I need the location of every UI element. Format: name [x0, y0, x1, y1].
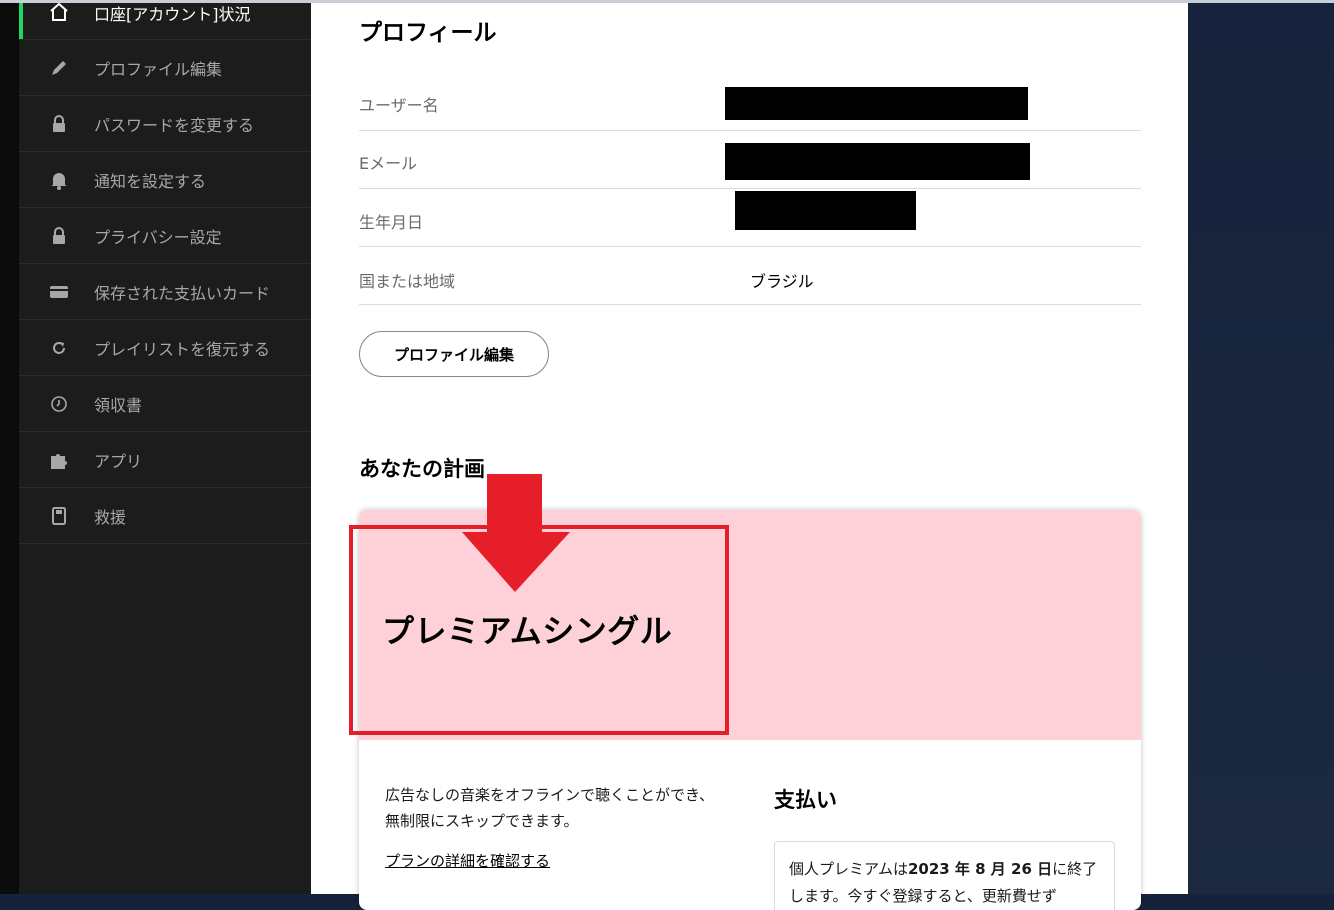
page-background-right [1188, 3, 1334, 894]
username-label: ユーザー名 [359, 96, 439, 115]
email-label: Eメール [359, 154, 418, 173]
sidebar-item-label: 口座[アカウント]状況 [94, 5, 251, 24]
sidebar-item-notifications[interactable]: 通知を設定する [19, 152, 311, 208]
card-icon [48, 281, 70, 303]
sidebar-item-help[interactable]: 救援 [19, 488, 311, 544]
sidebar-item-apps[interactable]: アプリ [19, 432, 311, 488]
profile-row-email: Eメール [359, 131, 1141, 189]
sidebar-item-label: アプリ [94, 451, 143, 471]
sidebar-item-restore-playlists[interactable]: プレイリストを復元する [19, 320, 311, 376]
clock-icon [48, 393, 70, 415]
sidebar-item-receipts[interactable]: 領収書 [19, 376, 311, 432]
sidebar-item-privacy[interactable]: プライバシー設定 [19, 208, 311, 264]
payment-info-box: 個人プレミアムは2023 年 8 月 26 日に終了します。今すぐ登録すると、更… [774, 841, 1115, 910]
sidebar-item-edit-profile[interactable]: プロファイル編集 [19, 40, 311, 96]
lock-icon [48, 113, 70, 135]
username-value-redacted [725, 87, 1028, 120]
sidebar-item-change-password[interactable]: パスワードを変更する [19, 96, 311, 152]
email-value-redacted [725, 143, 1030, 180]
window-left-edge [0, 3, 19, 894]
birthdate-label: 生年月日 [359, 213, 424, 232]
edit-profile-button[interactable]: プロファイル編集 [359, 331, 549, 377]
sidebar-item-label: 保存された支払いカード [94, 283, 271, 303]
puzzle-icon [48, 449, 70, 471]
sidebar-item-label: 通知を設定する [94, 171, 207, 191]
plan-details-link[interactable]: プランの詳細を確認する [385, 850, 550, 871]
country-label: 国または地域 [359, 272, 456, 291]
account-sidebar: 口座[アカウント]状況 プロファイル編集 パスワードを変更する 通知を設定する … [19, 1, 311, 894]
plan-description: 広告なしの音楽をオフラインで聴くことができ、無制限にスキップできます。 [385, 786, 714, 830]
profile-heading: プロフィール [359, 20, 497, 46]
help-icon [48, 505, 70, 527]
account-main-panel: プロフィール ユーザー名 Eメール 生年月日 国または地域 ブラジル プロファイ… [311, 3, 1188, 910]
sidebar-item-label: プロファイル編集 [94, 59, 223, 79]
profile-row-username: ユーザー名 [359, 73, 1141, 131]
sidebar-item-label: プライバシー設定 [94, 227, 222, 247]
payment-end-date: 2023 年 8 月 26 日 [907, 860, 1053, 878]
restore-icon [48, 337, 70, 359]
sidebar-item-label: 領収書 [94, 395, 143, 415]
sidebar-item-saved-cards[interactable]: 保存された支払いカード [19, 264, 311, 320]
payment-text-prefix: 個人プレミアムは [789, 860, 908, 878]
active-indicator [19, 3, 23, 39]
profile-row-birthdate: 生年月日 [359, 189, 1141, 247]
lock-icon [48, 225, 70, 247]
sidebar-item-label: パスワードを変更する [94, 115, 255, 135]
sidebar-item-account-overview[interactable]: 口座[アカウント]状況 [19, 1, 311, 40]
sidebar-item-label: プレイリストを復元する [94, 339, 271, 359]
home-icon [48, 1, 70, 23]
bell-icon [48, 169, 70, 191]
payment-heading: 支払い [774, 788, 837, 812]
annotation-down-arrow-icon [462, 474, 570, 592]
sidebar-item-label: 救援 [94, 507, 127, 527]
profile-row-country: 国または地域 ブラジル [359, 247, 1141, 305]
country-value: ブラジル [750, 272, 814, 291]
pencil-icon [48, 57, 70, 79]
birthdate-value-redacted [735, 191, 916, 230]
